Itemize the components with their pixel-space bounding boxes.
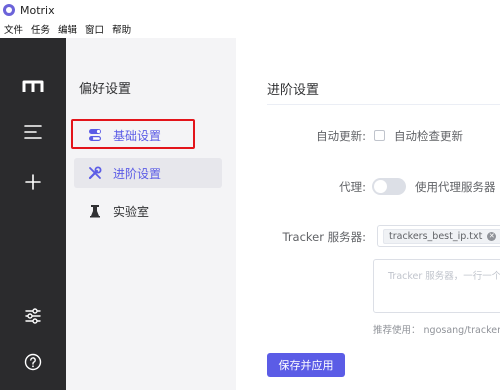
menu-lines-icon (24, 125, 42, 139)
menu-bar: 文件 任务 编辑 窗口 帮助 (0, 20, 500, 38)
question-circle-icon (24, 353, 42, 371)
menu-task[interactable]: 任务 (31, 22, 50, 36)
logo-button[interactable] (13, 66, 53, 106)
help-button[interactable] (13, 342, 53, 382)
task-list-button[interactable] (13, 112, 53, 152)
nav-item-advanced-label: 进阶设置 (113, 166, 162, 181)
tracker-source-tag-text: trackers_best_ip.txt (389, 231, 483, 242)
add-task-button[interactable] (13, 162, 53, 202)
motrix-m-icon (22, 80, 44, 92)
menu-edit[interactable]: 编辑 (58, 22, 77, 36)
tracker-textarea-placeholder: Tracker 服务器，一行一个 (388, 271, 500, 282)
tracker-servers-textarea[interactable]: Tracker 服务器，一行一个 (373, 259, 500, 313)
title-divider (267, 104, 500, 105)
auto-check-update-checkbox[interactable] (374, 130, 385, 141)
nav-item-lab-label: 实验室 (113, 204, 150, 219)
tracker-source-select[interactable]: trackers_best_ip.txt ✕ (377, 225, 500, 247)
menu-window[interactable]: 窗口 (85, 22, 104, 36)
proxy-switch-text: 使用代理服务器 (415, 180, 496, 194)
preferences-title: 偏好设置 (79, 82, 132, 97)
settings-panel: 进阶设置 自动更新: 自动检查更新 代理: 使用代理服务器 Tracker 服务… (236, 38, 500, 390)
tag-close-icon[interactable]: ✕ (487, 232, 497, 241)
auto-update-label: 自动更新: (316, 129, 366, 143)
preferences-nav: 偏好设置 基础设置 进阶设置 实验室 (66, 38, 236, 390)
plus-icon (25, 174, 41, 190)
nav-item-lab[interactable]: 实验室 (74, 196, 222, 226)
window-title: Motrix (20, 3, 55, 17)
app-sidebar (0, 38, 66, 390)
page-title: 进阶设置 (267, 83, 320, 98)
proxy-switch-knob (374, 180, 387, 193)
sliders-icon (25, 308, 41, 324)
preferences-button[interactable] (13, 296, 53, 336)
save-apply-button[interactable]: 保存并应用 (267, 353, 345, 377)
auto-check-update-text: 自动检查更新 (394, 129, 463, 143)
menu-help[interactable]: 帮助 (112, 22, 131, 36)
motrix-logo-icon (3, 4, 15, 16)
flask-icon (87, 203, 103, 219)
proxy-label: 代理: (339, 180, 366, 194)
proxy-switch[interactable] (372, 178, 406, 195)
highlight-box (71, 119, 195, 149)
title-bar: Motrix (0, 0, 500, 20)
tracker-label: Tracker 服务器: (282, 230, 366, 244)
nav-item-advanced[interactable]: 进阶设置 (74, 158, 222, 188)
tracker-source-tag: trackers_best_ip.txt ✕ (383, 229, 500, 244)
wrench-screwdriver-icon (87, 165, 103, 181)
tracker-recommend-hint: 推荐使用： ngosang/tracker (373, 325, 500, 336)
menu-file[interactable]: 文件 (4, 22, 23, 36)
